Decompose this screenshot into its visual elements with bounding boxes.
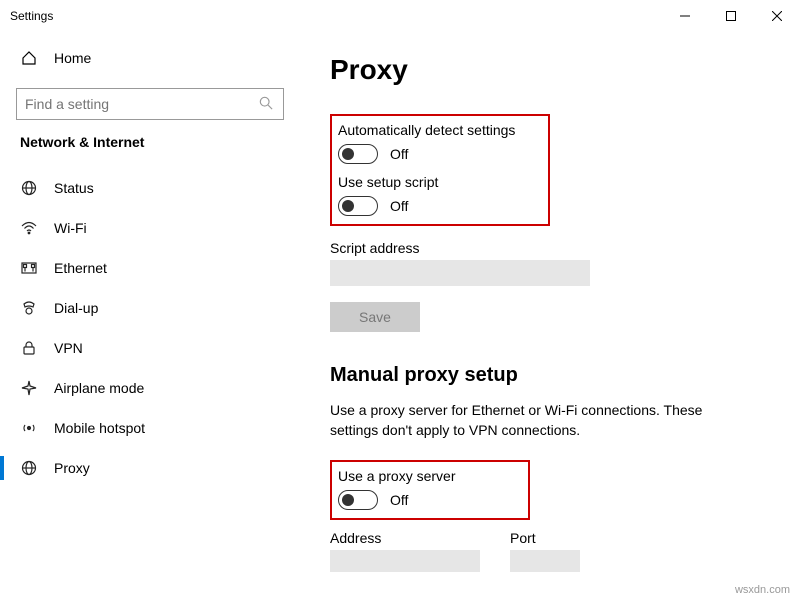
maximize-button[interactable] [708,0,754,32]
page-title: Proxy [330,54,770,86]
hotspot-icon [20,419,38,437]
home-label: Home [54,50,91,66]
minimize-button[interactable] [662,0,708,32]
sidebar-item-dialup[interactable]: Dial-up [0,288,300,328]
wifi-icon [20,219,38,237]
port-label: Port [510,530,580,546]
sidebar-item-label: Dial-up [54,300,98,316]
use-proxy-label: Use a proxy server [338,468,518,484]
sidebar-item-label: Ethernet [54,260,107,276]
auto-detect-label: Automatically detect settings [338,122,538,138]
search-icon [259,96,275,112]
sidebar-item-label: Wi-Fi [54,220,87,236]
setup-script-toggle[interactable] [338,196,378,216]
port-input[interactable] [510,550,580,572]
auto-detect-state: Off [390,146,408,162]
manual-section-title: Manual proxy setup [330,364,770,387]
dialup-icon [20,299,38,317]
nav-list: Status Wi-Fi Ethernet Dial-up VPN Airpla… [0,168,300,488]
sidebar-item-label: Airplane mode [54,380,144,396]
proxy-icon [20,459,38,477]
airplane-icon [20,379,38,397]
titlebar: Settings [0,0,800,32]
sidebar-item-hotspot[interactable]: Mobile hotspot [0,408,300,448]
sidebar-item-label: VPN [54,340,83,356]
sidebar-item-airplane[interactable]: Airplane mode [0,368,300,408]
sidebar-item-ethernet[interactable]: Ethernet [0,248,300,288]
use-proxy-state: Off [390,492,408,508]
setup-script-label: Use setup script [338,174,538,190]
script-address-label: Script address [330,240,770,256]
use-proxy-toggle[interactable] [338,490,378,510]
status-icon [20,179,38,197]
sidebar-item-label: Status [54,180,94,196]
sidebar-item-vpn[interactable]: VPN [0,328,300,368]
vpn-icon [20,339,38,357]
manual-section-desc: Use a proxy server for Ethernet or Wi-Fi… [330,401,750,440]
search-box[interactable] [16,88,284,120]
address-label: Address [330,530,480,546]
close-button[interactable] [754,0,800,32]
home-nav[interactable]: Home [16,40,284,76]
category-title: Network & Internet [16,134,284,150]
sidebar-item-wifi[interactable]: Wi-Fi [0,208,300,248]
sidebar: Home Network & Internet Status Wi-Fi [0,32,300,602]
ethernet-icon [20,259,38,277]
highlight-box-auto: Automatically detect settings Off Use se… [330,114,550,226]
home-icon [20,50,38,66]
address-input[interactable] [330,550,480,572]
content-pane: Proxy Automatically detect settings Off … [300,32,800,602]
sidebar-item-label: Proxy [54,460,90,476]
save-button[interactable]: Save [330,302,420,332]
window-controls [662,0,800,32]
window-title: Settings [10,9,53,23]
script-address-input[interactable] [330,260,590,286]
highlight-box-manual: Use a proxy server Off [330,460,530,520]
setup-script-state: Off [390,198,408,214]
watermark: wsxdn.com [735,584,790,596]
sidebar-item-label: Mobile hotspot [54,420,145,436]
sidebar-item-status[interactable]: Status [0,168,300,208]
sidebar-item-proxy[interactable]: Proxy [0,448,300,488]
auto-detect-toggle[interactable] [338,144,378,164]
search-input[interactable] [25,96,259,112]
